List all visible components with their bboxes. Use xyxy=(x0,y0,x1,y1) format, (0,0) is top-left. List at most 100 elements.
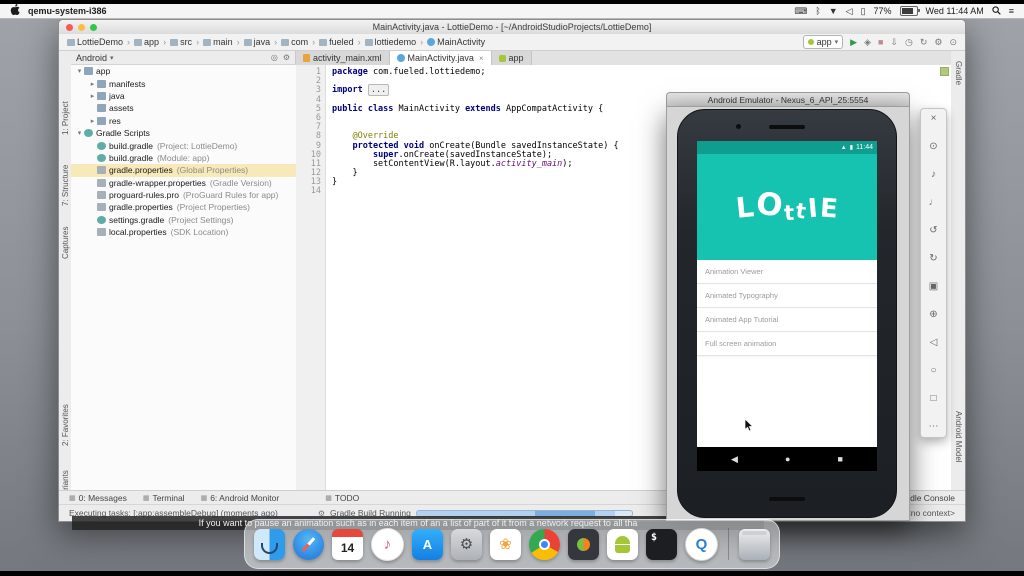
zoom-button[interactable]: ⊕ xyxy=(929,310,937,320)
search-icon[interactable]: ⊙ xyxy=(949,37,957,48)
breadcrumb-item[interactable]: lottiedemo xyxy=(365,37,417,47)
tree-item[interactable]: gradle.properties(Project Properties) xyxy=(71,201,296,213)
tree-item[interactable]: assets xyxy=(71,102,296,114)
screenshot-button[interactable]: ▣ xyxy=(929,282,938,292)
tree-item[interactable]: gradle.properties(Global Properties) xyxy=(71,164,296,176)
breadcrumb-item[interactable]: src xyxy=(170,37,192,47)
tab-mainactivity-java[interactable]: MainActivity.java× xyxy=(390,51,492,65)
run-config-select[interactable]: app ▾ xyxy=(803,35,844,49)
close-button[interactable] xyxy=(66,24,73,31)
breadcrumb-item[interactable]: MainActivity xyxy=(427,37,485,47)
maximize-button[interactable] xyxy=(90,24,97,31)
tree-item[interactable]: build.gradle(Project: LottieDemo) xyxy=(71,139,296,151)
volume-down-button[interactable]: ♩ xyxy=(929,198,939,208)
tree-item[interactable]: gradle-wrapper.properties(Gradle Version… xyxy=(71,177,296,189)
keyboard-icon[interactable]: ⌨ xyxy=(794,6,807,17)
tool-strip-button[interactable]: Gradle xyxy=(954,61,963,85)
tool-strip-button[interactable]: 7: Structure xyxy=(61,165,70,206)
breadcrumb-item[interactable]: fueled xyxy=(319,37,354,47)
more-button[interactable]: ⋯ xyxy=(929,422,939,432)
volume-icon[interactable]: ◁ xyxy=(846,6,853,17)
tree-item[interactable]: ▾app xyxy=(71,65,296,77)
minimize-button[interactable] xyxy=(78,24,85,31)
home-button[interactable]: ● xyxy=(785,454,790,464)
sync-icon[interactable]: ↻ xyxy=(920,37,928,48)
rotate-left-button[interactable]: ↺ xyxy=(929,226,937,236)
home-button[interactable]: ○ xyxy=(930,366,936,376)
project-view-select[interactable]: Android ▾ xyxy=(76,53,114,63)
spotlight-icon[interactable] xyxy=(992,6,1001,17)
display-icon[interactable]: ▯ xyxy=(861,6,866,17)
dock-quicktime[interactable]: Q xyxy=(685,528,718,561)
project-panel: ▾app▸manifests▸javaassets▸res▾Gradle Scr… xyxy=(71,65,297,490)
tree-item[interactable]: local.properties(SDK Location) xyxy=(71,226,296,238)
breadcrumb-item[interactable]: java xyxy=(244,37,271,47)
close-button[interactable]: × xyxy=(931,114,937,124)
emulator-title[interactable]: Android Emulator - Nexus_6_API_25:5554 xyxy=(666,92,910,106)
volume-up-button[interactable]: ♪ xyxy=(931,170,936,180)
tool-button[interactable]: ▦TODO xyxy=(325,493,359,503)
profile-icon[interactable]: ◷ xyxy=(905,37,913,48)
apple-menu-icon[interactable] xyxy=(10,4,20,18)
breadcrumb-item[interactable]: LottieDemo xyxy=(67,37,123,47)
dock-android[interactable] xyxy=(607,529,638,560)
tool-strip-button[interactable]: Android Model xyxy=(954,411,963,463)
settings-icon[interactable]: ⚙ xyxy=(934,37,942,48)
tree-item[interactable]: ▸manifests xyxy=(71,77,296,89)
overview-button[interactable]: ■ xyxy=(838,454,843,464)
target-icon[interactable]: ◎ xyxy=(271,53,278,62)
breadcrumb-item[interactable]: com xyxy=(281,37,308,47)
tree-item[interactable]: settings.gradle(Project Settings) xyxy=(71,214,296,226)
tree-item[interactable]: build.gradle(Module: app) xyxy=(71,152,296,164)
tool-button[interactable]: ▦0: Messages xyxy=(69,493,127,503)
gear-icon[interactable]: ⚙ xyxy=(283,53,290,62)
dock-appstore[interactable]: A xyxy=(412,529,443,560)
tool-button[interactable]: ▦Terminal xyxy=(143,493,185,503)
tree-item[interactable]: ▸java xyxy=(71,90,296,102)
breadcrumb-item[interactable]: app xyxy=(134,37,159,47)
breadcrumb-item[interactable]: main xyxy=(203,37,233,47)
dock-terminal[interactable]: $ xyxy=(646,529,677,560)
android-icon xyxy=(808,39,814,45)
menubar-clock[interactable]: Wed 11:44 AM xyxy=(926,6,984,16)
dock-prefs[interactable]: ⚙ xyxy=(451,529,482,560)
dock-calendar[interactable]: 14 xyxy=(332,529,363,560)
tree-item[interactable]: ▸res xyxy=(71,115,296,127)
menu-item[interactable]: Full screen animation xyxy=(697,332,877,356)
dock-finder[interactable] xyxy=(254,529,285,560)
debug-icon[interactable]: ◈ xyxy=(864,37,871,48)
run-icon[interactable]: ▶ xyxy=(850,37,857,48)
tool-strip-button[interactable]: Captures xyxy=(61,227,70,259)
dock-photos[interactable]: ❀ xyxy=(490,529,521,560)
power-button[interactable]: ⊙ xyxy=(929,142,937,152)
tab-app[interactable]: app xyxy=(492,51,532,65)
attach-icon[interactable]: ⇩ xyxy=(890,37,898,48)
dock-safari[interactable] xyxy=(293,529,324,560)
dock-chrome[interactable] xyxy=(529,529,560,560)
tool-strip-button[interactable]: 1: Project xyxy=(61,101,70,135)
wifi-icon[interactable]: ▼ xyxy=(829,6,838,17)
desktop: qemu-system-i386 ⌨ᛒ▼◁▯ 77% Wed 11:44 AM … xyxy=(0,0,1024,576)
tree-item[interactable]: proguard-rules.pro(ProGuard Rules for ap… xyxy=(71,189,296,201)
menu-item[interactable]: Animated Typography xyxy=(697,284,877,308)
tree-item[interactable]: ▾Gradle Scripts xyxy=(71,127,296,139)
rotate-right-button[interactable]: ↻ xyxy=(929,254,937,264)
stop-icon[interactable]: ■ xyxy=(878,37,883,47)
notification-center-icon[interactable]: ≡ xyxy=(1009,6,1014,16)
bluetooth-icon[interactable]: ᛒ xyxy=(815,6,820,17)
tool-strip-button[interactable]: 2: Favorites xyxy=(61,404,70,446)
back-button[interactable]: ◀ xyxy=(731,454,738,465)
menu-item[interactable]: Animated App Tutorial xyxy=(697,308,877,332)
dock-music[interactable]: ♪ xyxy=(371,528,404,561)
dock-trash[interactable] xyxy=(739,529,770,560)
overview-button[interactable]: □ xyxy=(930,394,936,404)
studio-titlebar[interactable]: MainActivity.java - LottieDemo - [~/Andr… xyxy=(59,20,965,35)
back-button[interactable]: ◁ xyxy=(930,338,938,348)
tab-activity_main-xml[interactable]: activity_main.xml xyxy=(296,51,390,65)
menubar-app-name[interactable]: qemu-system-i386 xyxy=(28,6,107,16)
phone-screen[interactable]: ▲ ▮ 11:44 LOttIE Animation ViewerAnimate… xyxy=(697,141,877,471)
tool-button[interactable]: ▦6: Android Monitor xyxy=(201,493,280,503)
dock-media[interactable] xyxy=(568,529,599,560)
close-icon[interactable]: × xyxy=(479,54,484,63)
menu-item[interactable]: Animation Viewer xyxy=(697,260,877,284)
